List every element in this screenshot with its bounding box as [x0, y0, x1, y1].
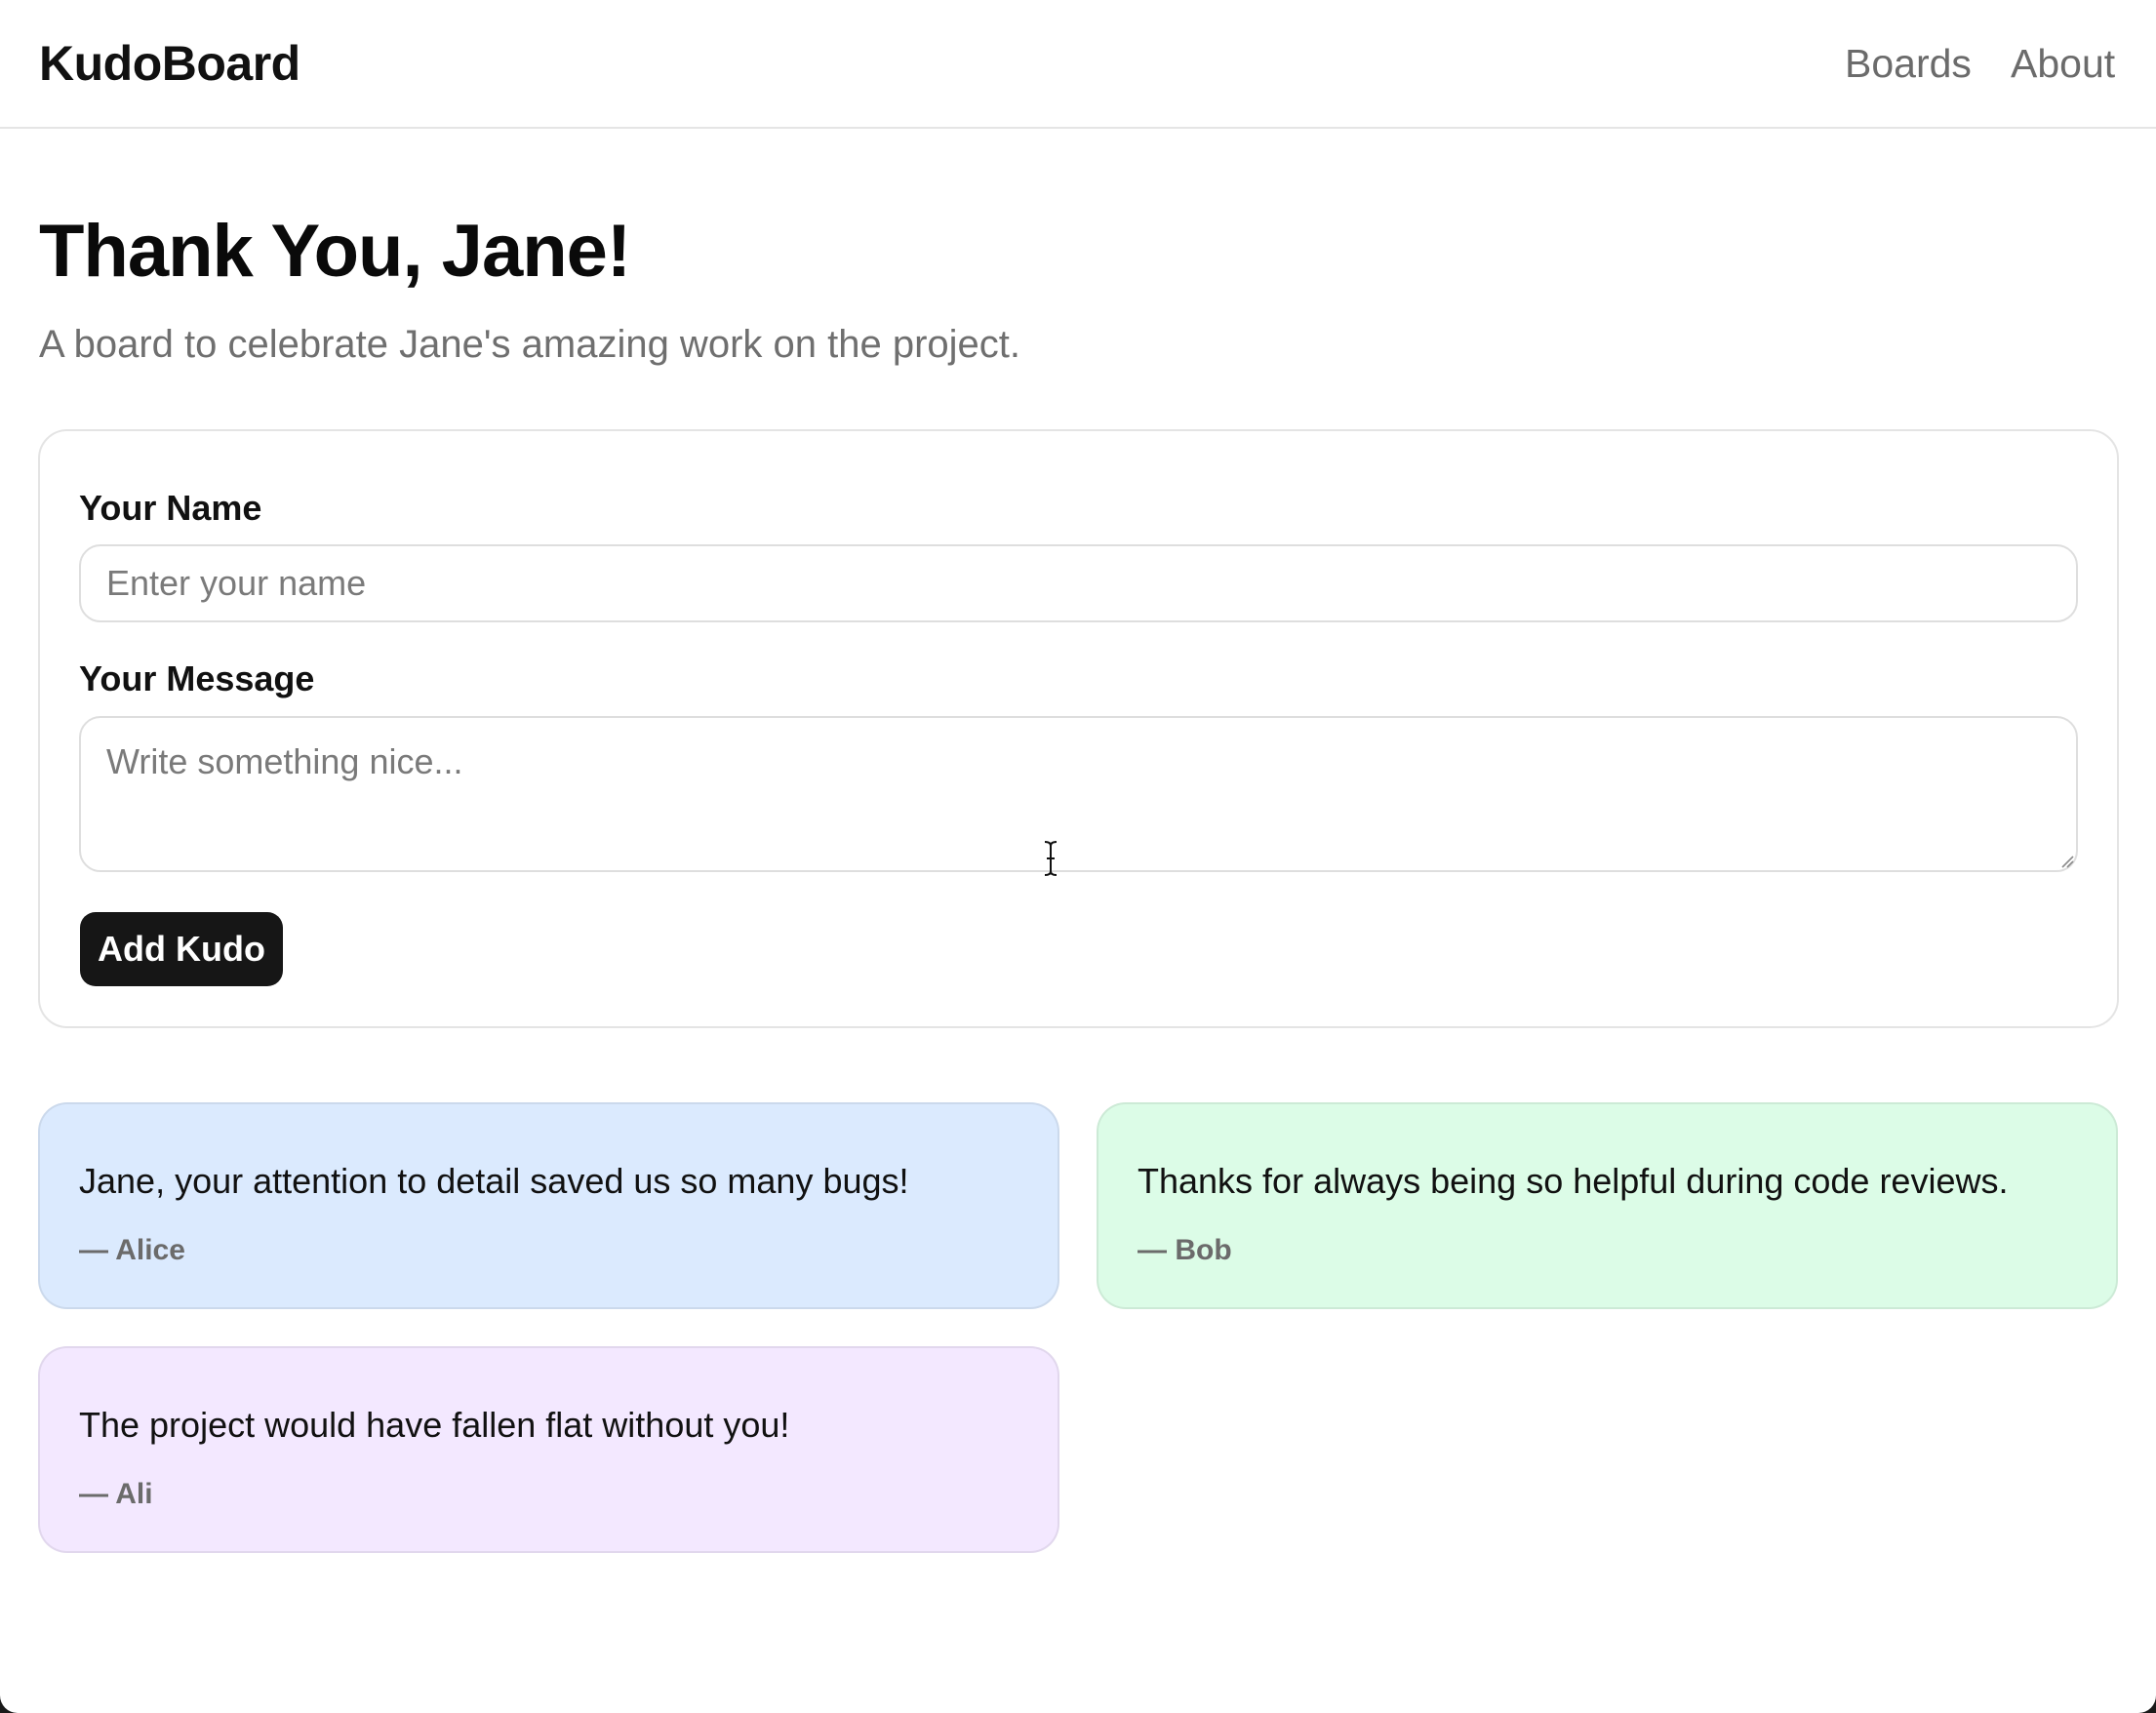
- name-label: Your Name: [79, 488, 262, 528]
- page: KudoBoard Boards About Thank You, Jane! …: [0, 0, 2156, 1713]
- text-cursor-icon: [1044, 841, 1058, 876]
- name-input[interactable]: [79, 544, 2078, 622]
- add-kudo-form: Your Name Your Message Add Kudo: [38, 429, 2119, 1028]
- kudo-author: — Alice: [79, 1234, 185, 1266]
- kudo-author: — Ali: [79, 1478, 153, 1510]
- site-logo[interactable]: KudoBoard: [39, 33, 300, 94]
- add-kudo-button[interactable]: Add Kudo: [80, 912, 283, 986]
- message-label: Your Message: [79, 658, 315, 698]
- kudo-message: The project would have fallen flat witho…: [79, 1405, 790, 1445]
- site-header: KudoBoard Boards About: [0, 0, 2156, 129]
- kudo-message: Thanks for always being so helpful durin…: [1138, 1161, 2009, 1201]
- kudo-card: Jane, your attention to detail saved us …: [38, 1102, 1059, 1309]
- message-textarea[interactable]: [79, 716, 2078, 872]
- kudo-card: The project would have fallen flat witho…: [38, 1346, 1059, 1553]
- kudo-author: — Bob: [1138, 1234, 1232, 1266]
- kudo-card: Thanks for always being so helpful durin…: [1097, 1102, 2118, 1309]
- board-title: Thank You, Jane!: [39, 210, 631, 293]
- kudo-message: Jane, your attention to detail saved us …: [79, 1161, 909, 1201]
- nav-about-link[interactable]: About: [2011, 35, 2115, 92]
- resize-grip-icon[interactable]: [2060, 855, 2074, 868]
- board-subtitle: A board to celebrate Jane's amazing work…: [39, 323, 1020, 366]
- nav-boards-link[interactable]: Boards: [1845, 35, 1972, 92]
